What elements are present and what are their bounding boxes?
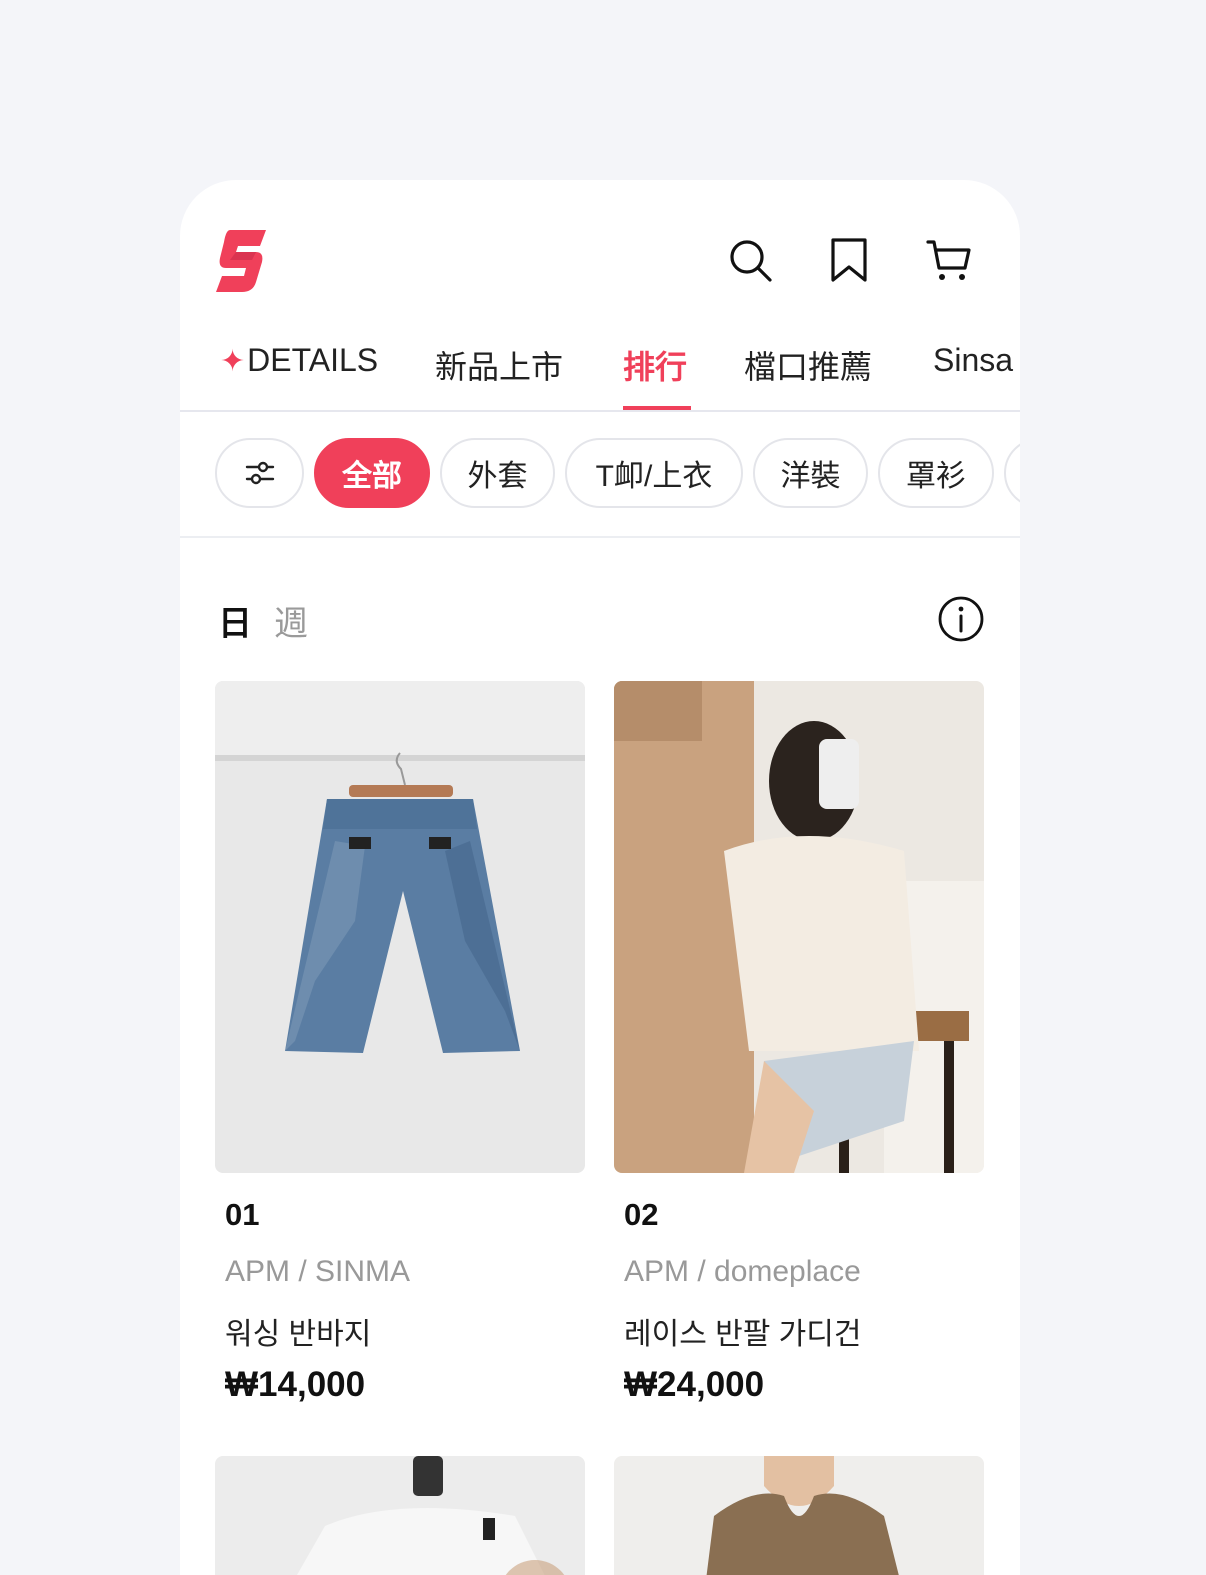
search-icon[interactable] — [726, 236, 774, 284]
product-rank: 01 — [225, 1197, 260, 1232]
product-card-03[interactable] — [215, 1456, 585, 1575]
product-rank: 02 — [624, 1197, 659, 1232]
product-price: ₩14,000 — [225, 1365, 366, 1404]
sparkle-icon: ✦ — [220, 345, 246, 378]
filter-chips: 全部 外套 T卹/上衣 洋裝 罩衫 — [180, 412, 1020, 538]
sinsang-logo[interactable] — [216, 228, 268, 294]
app-header — [180, 180, 1020, 330]
info-icon[interactable] — [937, 595, 985, 643]
bookmark-icon[interactable] — [825, 236, 873, 284]
chip-outerwear[interactable]: 外套 — [440, 438, 555, 508]
product-name: 레이스 반팔 가디건 — [624, 1318, 862, 1351]
product-image[interactable] — [215, 681, 585, 1173]
product-image[interactable] — [614, 681, 984, 1173]
active-tab-indicator — [623, 406, 691, 410]
tab-new-arrivals[interactable]: 新品上市 — [435, 342, 563, 388]
tab-details[interactable]: ✦DETAILS — [220, 342, 378, 379]
product-price: ₩24,000 — [624, 1365, 765, 1404]
app-screen: ✦DETAILS 新品上市 排行 檔口推薦 Sinsa 全部 外套 T卹/上衣 … — [180, 180, 1020, 1575]
tab-store-picks[interactable]: 檔口推薦 — [744, 342, 872, 388]
period-day[interactable]: 日 — [218, 596, 252, 645]
chip-dresses[interactable]: 洋裝 — [753, 438, 868, 508]
product-card-02[interactable]: 02 APM / domeplace 레이스 반팔 가디건 ₩24,000 — [614, 681, 984, 1404]
chip-more[interactable] — [1004, 438, 1020, 508]
category-tabs: ✦DETAILS 新品上市 排行 檔口推薦 Sinsa — [180, 330, 1020, 412]
product-image[interactable] — [614, 1456, 984, 1575]
product-image[interactable] — [215, 1456, 585, 1575]
product-name: 워싱 반바지 — [225, 1318, 372, 1351]
product-brand: APM / SINMA — [225, 1255, 411, 1288]
sliders-icon — [245, 461, 274, 485]
product-brand: APM / domeplace — [624, 1255, 861, 1288]
chip-tshirts-tops[interactable]: T卹/上衣 — [565, 438, 743, 508]
tab-sinsa[interactable]: Sinsa — [933, 342, 1013, 379]
chip-all[interactable]: 全部 — [314, 438, 430, 508]
tab-ranking[interactable]: 排行 — [623, 342, 687, 388]
chip-blouses[interactable]: 罩衫 — [878, 438, 994, 508]
period-week[interactable]: 週 — [274, 596, 308, 645]
cart-icon[interactable] — [925, 236, 973, 284]
product-card-01[interactable]: 01 APM / SINMA 워싱 반바지 ₩14,000 — [215, 681, 585, 1404]
product-card-04[interactable] — [614, 1456, 984, 1575]
filter-button[interactable] — [215, 438, 304, 508]
